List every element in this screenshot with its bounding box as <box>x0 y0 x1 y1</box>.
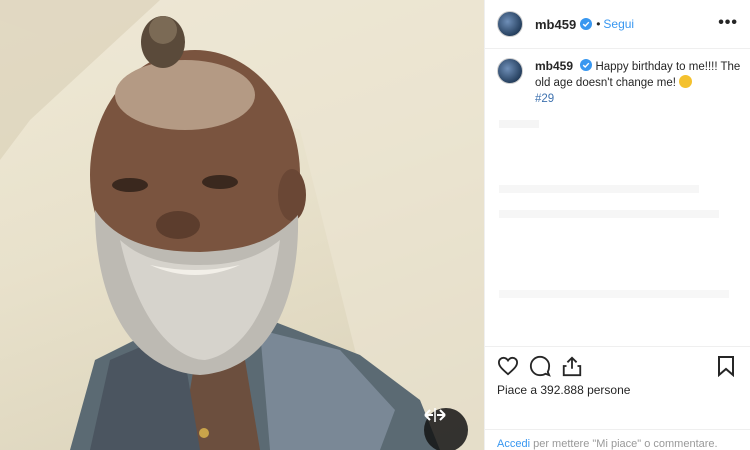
separator-dot: • <box>596 17 601 31</box>
likes-count[interactable]: Piace a 392.888 persone <box>497 383 630 397</box>
laughing-emoji-icon <box>679 75 693 88</box>
heart-icon[interactable] <box>497 355 519 377</box>
blurred-comment-1 <box>499 120 539 128</box>
portrait-image <box>0 0 484 450</box>
post-photo[interactable] <box>0 0 484 450</box>
verified-badge-icon <box>580 18 593 30</box>
blurred-comment-4 <box>499 290 729 298</box>
caption-avatar[interactable] <box>497 58 523 84</box>
share-icon[interactable] <box>561 355 583 377</box>
comment-icon[interactable] <box>529 355 551 377</box>
verified-badge-icon <box>580 59 593 71</box>
blurred-comment-2 <box>499 185 699 193</box>
login-prompt: Accedi per mettere "Mi piace" o commenta… <box>485 429 750 450</box>
username[interactable]: mb459 <box>535 17 576 32</box>
caption-username[interactable]: mb459 <box>535 59 573 73</box>
follow-button[interactable]: Segui <box>603 17 634 31</box>
blurred-comment-3 <box>499 210 719 218</box>
expand-button[interactable] <box>424 408 468 450</box>
login-prompt-text: per mettere "Mi piace" o commentare. <box>533 438 718 450</box>
caption: mb459 Happy birthday to me!!!! The old a… <box>497 58 745 107</box>
login-link[interactable]: Accedi <box>497 438 530 450</box>
expand-arrows-icon <box>424 408 446 422</box>
action-icons <box>497 355 583 377</box>
caption-text-block: mb459 Happy birthday to me!!!! The old a… <box>535 58 745 107</box>
more-options-icon[interactable]: ••• <box>718 14 738 32</box>
avatar[interactable] <box>497 11 523 37</box>
bookmark-icon[interactable] <box>715 355 737 377</box>
post-side-panel: mb459 • Segui ••• mb459 Happy birthday t… <box>484 0 750 450</box>
post-header: mb459 • Segui ••• <box>485 0 750 49</box>
hashtag-link[interactable]: #29 <box>535 91 745 107</box>
post-actions: Piace a 392.888 persone Accedi per mette… <box>485 346 750 450</box>
